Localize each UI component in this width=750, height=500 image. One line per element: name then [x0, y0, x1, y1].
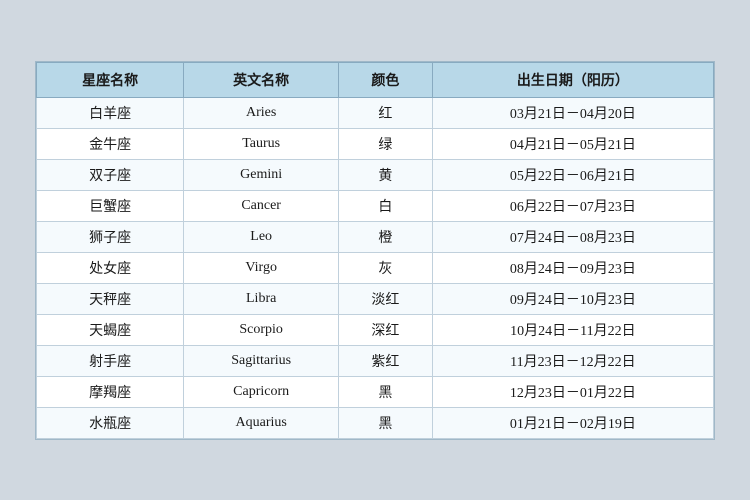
cell-english: Scorpio: [184, 314, 339, 345]
col-header-english: 英文名称: [184, 62, 339, 97]
cell-color: 黑: [339, 407, 433, 438]
cell-dates: 03月21日－04月20日: [432, 97, 713, 128]
cell-color: 橙: [339, 221, 433, 252]
cell-dates: 04月21日－05月21日: [432, 128, 713, 159]
cell-color: 红: [339, 97, 433, 128]
table-row: 摩羯座Capricorn黑12月23日－01月22日: [37, 376, 714, 407]
cell-chinese: 水瓶座: [37, 407, 184, 438]
cell-english: Aries: [184, 97, 339, 128]
cell-dates: 05月22日－06月21日: [432, 159, 713, 190]
cell-chinese: 白羊座: [37, 97, 184, 128]
cell-english: Cancer: [184, 190, 339, 221]
table-row: 天蝎座Scorpio深红10月24日－11月22日: [37, 314, 714, 345]
cell-dates: 12月23日－01月22日: [432, 376, 713, 407]
cell-chinese: 处女座: [37, 252, 184, 283]
cell-color: 淡红: [339, 283, 433, 314]
cell-dates: 01月21日－02月19日: [432, 407, 713, 438]
cell-english: Sagittarius: [184, 345, 339, 376]
cell-chinese: 巨蟹座: [37, 190, 184, 221]
table-header-row: 星座名称 英文名称 颜色 出生日期（阳历）: [37, 62, 714, 97]
cell-dates: 07月24日－08月23日: [432, 221, 713, 252]
col-header-color: 颜色: [339, 62, 433, 97]
col-header-chinese: 星座名称: [37, 62, 184, 97]
cell-dates: 06月22日－07月23日: [432, 190, 713, 221]
cell-english: Leo: [184, 221, 339, 252]
cell-dates: 08月24日－09月23日: [432, 252, 713, 283]
cell-chinese: 天蝎座: [37, 314, 184, 345]
table-row: 巨蟹座Cancer白06月22日－07月23日: [37, 190, 714, 221]
cell-english: Aquarius: [184, 407, 339, 438]
table-row: 狮子座Leo橙07月24日－08月23日: [37, 221, 714, 252]
cell-dates: 09月24日－10月23日: [432, 283, 713, 314]
cell-color: 白: [339, 190, 433, 221]
table-row: 天秤座Libra淡红09月24日－10月23日: [37, 283, 714, 314]
cell-english: Taurus: [184, 128, 339, 159]
cell-english: Capricorn: [184, 376, 339, 407]
table-row: 水瓶座Aquarius黑01月21日－02月19日: [37, 407, 714, 438]
cell-color: 绿: [339, 128, 433, 159]
cell-chinese: 双子座: [37, 159, 184, 190]
table-row: 金牛座Taurus绿04月21日－05月21日: [37, 128, 714, 159]
cell-dates: 11月23日－12月22日: [432, 345, 713, 376]
cell-chinese: 射手座: [37, 345, 184, 376]
cell-chinese: 金牛座: [37, 128, 184, 159]
cell-color: 黑: [339, 376, 433, 407]
col-header-dates: 出生日期（阳历）: [432, 62, 713, 97]
cell-chinese: 狮子座: [37, 221, 184, 252]
cell-chinese: 天秤座: [37, 283, 184, 314]
cell-color: 灰: [339, 252, 433, 283]
table-row: 双子座Gemini黄05月22日－06月21日: [37, 159, 714, 190]
table-row: 处女座Virgo灰08月24日－09月23日: [37, 252, 714, 283]
cell-english: Libra: [184, 283, 339, 314]
cell-color: 深红: [339, 314, 433, 345]
cell-color: 紫红: [339, 345, 433, 376]
cell-chinese: 摩羯座: [37, 376, 184, 407]
cell-color: 黄: [339, 159, 433, 190]
zodiac-table: 星座名称 英文名称 颜色 出生日期（阳历） 白羊座Aries红03月21日－04…: [36, 62, 714, 439]
table-row: 射手座Sagittarius紫红11月23日－12月22日: [37, 345, 714, 376]
table-row: 白羊座Aries红03月21日－04月20日: [37, 97, 714, 128]
cell-english: Virgo: [184, 252, 339, 283]
cell-dates: 10月24日－11月22日: [432, 314, 713, 345]
cell-english: Gemini: [184, 159, 339, 190]
zodiac-table-container: 星座名称 英文名称 颜色 出生日期（阳历） 白羊座Aries红03月21日－04…: [35, 61, 715, 440]
